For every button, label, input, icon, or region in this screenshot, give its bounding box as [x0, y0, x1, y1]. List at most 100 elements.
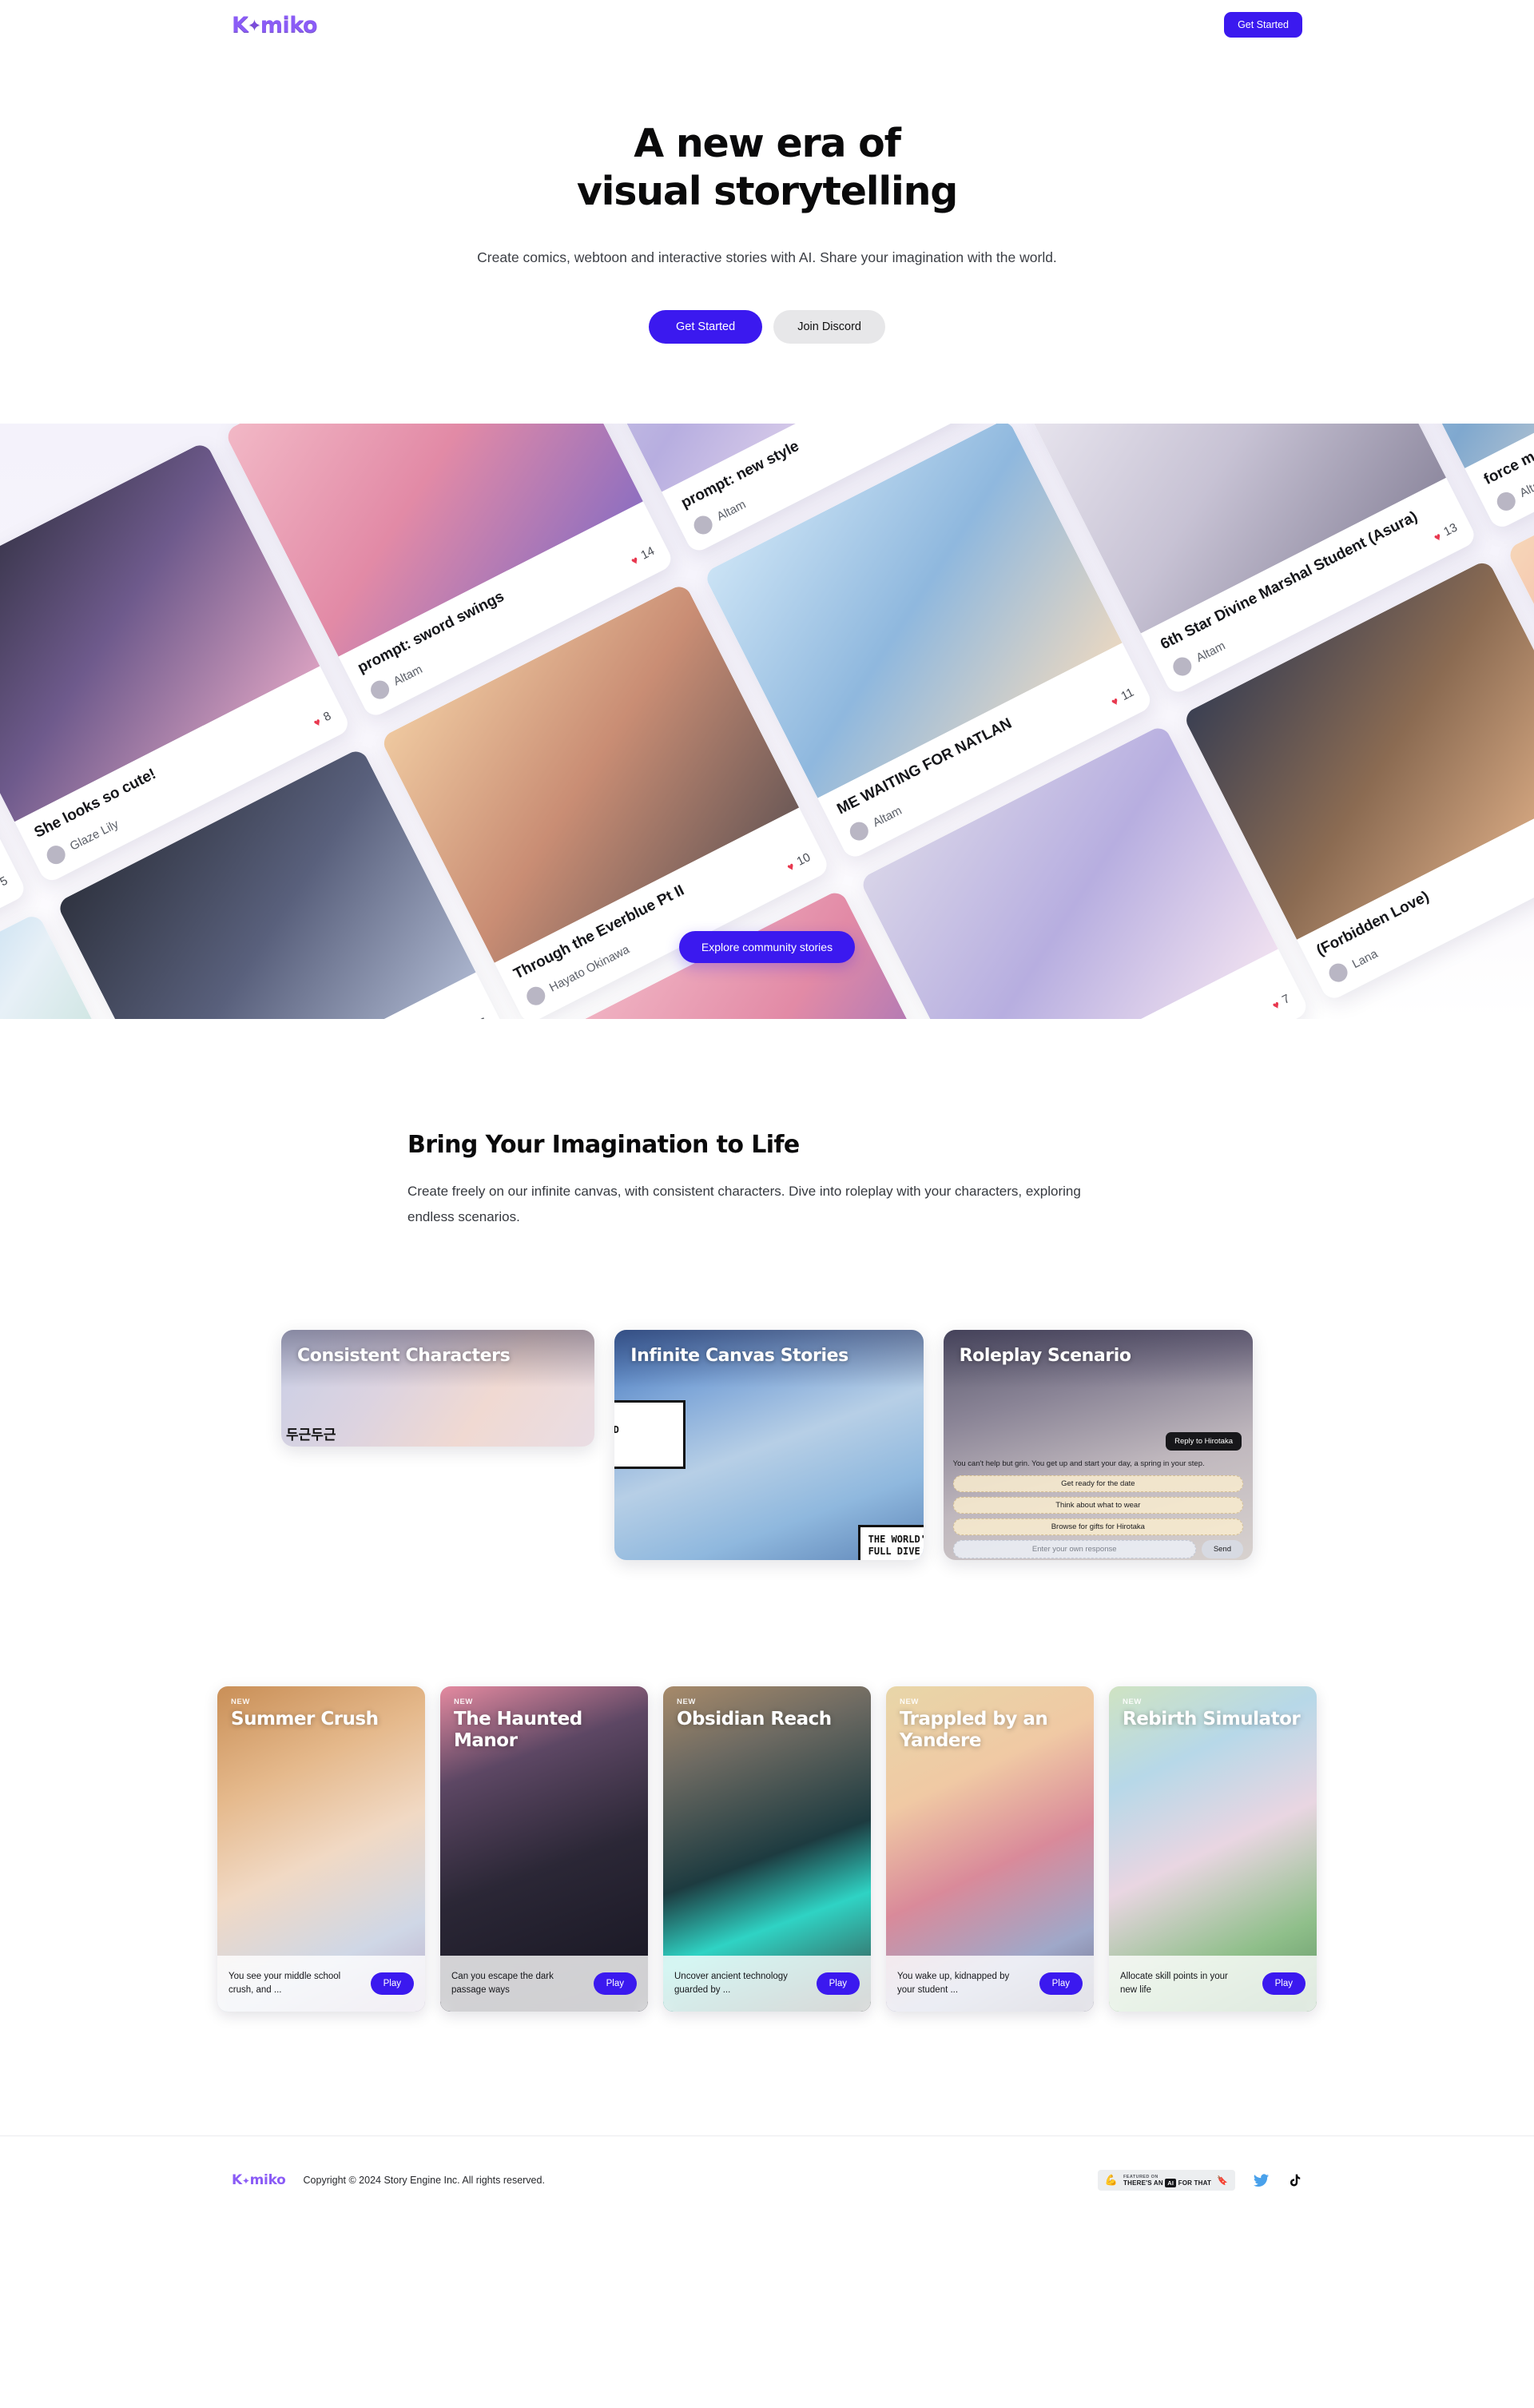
brand-logo-text-a: K	[232, 12, 248, 38]
sparkle-star-icon: ✦	[241, 2175, 250, 2187]
sparkle-star-icon: ✦	[248, 16, 260, 34]
story-card[interactable]: NEW The Haunted Manor Can you escape the d…	[440, 1686, 648, 2012]
gallery-card-author-name: Altam	[1194, 639, 1228, 666]
play-button[interactable]: Play	[593, 1972, 637, 1995]
taaft-text-b: FOR THAT	[1178, 2179, 1212, 2187]
status-badge: NEW	[454, 1697, 473, 1706]
gallery-card-like-count[interactable]: ♥ 10	[785, 850, 813, 874]
feature-title-consistent-characters: Consistent Characters	[297, 1345, 511, 1366]
heart-icon: ♥	[1431, 529, 1444, 544]
story-cards-row: NEW Summer Crush You see your middle schoo…	[217, 1686, 1317, 2012]
story-card-title: The Haunted Manor	[454, 1708, 582, 1752]
story-card-title: Trappled by an Yandere	[900, 1708, 1048, 1752]
explore-wrap: Explore community stories	[0, 931, 1534, 964]
play-button[interactable]: Play	[1039, 1972, 1083, 1995]
gallery-card-like-count[interactable]: ♥7	[1270, 991, 1293, 1012]
story-card[interactable]: NEW Trappled by an Yandere You wake up, ki…	[886, 1686, 1094, 2012]
status-badge: NEW	[900, 1697, 919, 1706]
gallery-card-like-count[interactable]: ♥ 11	[1109, 686, 1136, 709]
play-button[interactable]: Play	[1262, 1972, 1305, 1995]
status-badge: NEW	[677, 1697, 696, 1706]
avatar	[43, 842, 69, 867]
gallery-card-like-count[interactable]: ♥7	[467, 1015, 489, 1019]
header-get-started-button[interactable]: Get Started	[1224, 12, 1302, 38]
feature-cards: Consistent Characters 두근두근 Infinite Canv…	[281, 1329, 1253, 1560]
join-discord-button[interactable]: Join Discord	[773, 310, 885, 344]
story-card-title: Rebirth Simulator	[1123, 1708, 1301, 1729]
tiktok-icon[interactable]	[1287, 2173, 1302, 2188]
feature-card-infinite-canvas[interactable]: Infinite Canvas Stories H SWORD NLINE TH…	[614, 1329, 924, 1560]
story-card-description: Uncover ancient technology guarded by ..…	[674, 1971, 788, 1995]
brand-logo[interactable]: K ✦ miko	[232, 12, 318, 38]
manga-sfx-text: 두근두근	[286, 1427, 336, 1443]
roleplay-option[interactable]: Get ready for the date	[952, 1475, 1243, 1492]
feature-title-infinite-canvas: Infinite Canvas Stories	[630, 1345, 848, 1366]
community-gallery: Messing aroundAltam♥5She looks so cute!G…	[0, 424, 1534, 1020]
taaft-text-a: THERE'S AN	[1123, 2179, 1163, 2187]
story-card[interactable]: NEW Summer Crush You see your middle schoo…	[217, 1686, 425, 2012]
story-card-footer: You see your middle school crush, and ..…	[217, 1955, 425, 2012]
story-card[interactable]: NEW Rebirth Simulator Allocate skill point…	[1109, 1686, 1317, 2012]
bubble-line-1: H SWORD	[614, 1423, 619, 1435]
like-count-value: 13	[1441, 520, 1460, 539]
avatar	[1325, 960, 1351, 985]
twitter-icon[interactable]	[1253, 2172, 1270, 2189]
site-footer: K✦miko Copyright © 2024 Story Engine Inc…	[0, 2135, 1534, 2225]
reply-to-chip[interactable]: Reply to Hirotaka	[1166, 1431, 1242, 1451]
play-button[interactable]: Play	[370, 1972, 414, 1995]
story-card[interactable]: NEW Obsidian Reach Uncover ancient technol…	[663, 1686, 871, 2012]
story-card-footer: Uncover ancient technology guarded by ..…	[663, 1955, 871, 2012]
featured-on-taaft-badge[interactable]: 💪 FEATURED ON THERE'S AN AI FOR THAT 🔖	[1097, 2170, 1235, 2191]
avatar	[1170, 654, 1195, 679]
footer-left: K✦miko Copyright © 2024 Story Engine Inc…	[232, 2172, 545, 2188]
status-badge: NEW	[1123, 1697, 1142, 1706]
explore-community-stories-button[interactable]: Explore community stories	[678, 931, 856, 964]
story-card-description: Allocate skill points in your new life	[1120, 1971, 1228, 1995]
like-count-value: 7	[1280, 991, 1293, 1007]
hero-title-line-1: A new era of	[634, 121, 901, 166]
hero-section: A new era of visual storytelling Create …	[0, 50, 1534, 344]
roleplay-input-row: Enter your own response Send	[952, 1539, 1243, 1558]
comic-panel-bubble-top: H SWORD NLINE	[614, 1399, 686, 1469]
gallery-card-author-name: Altam	[391, 662, 425, 689]
gallery-card-author-name: Altam	[870, 803, 904, 830]
gallery-card-like-count[interactable]: ♥ 13	[1432, 520, 1460, 543]
imagination-body: Create freely on our infinite canvas, wi…	[407, 1184, 1081, 1224]
bookmark-icon: 🔖	[1217, 2175, 1228, 2186]
hero-get-started-button[interactable]: Get Started	[649, 310, 763, 344]
roleplay-send-button[interactable]: Send	[1201, 1539, 1243, 1558]
story-card-footer: Allocate skill points in your new life Pl…	[1109, 1955, 1317, 2012]
hero-title-line-2: visual storytelling	[576, 168, 958, 214]
feature-card-roleplay-scenario[interactable]: Roleplay Scenario Reply to Hirotaka You …	[943, 1329, 1253, 1560]
roleplay-options: Get ready for the date Think about what …	[952, 1475, 1243, 1558]
hero-subtitle: Create comics, webtoon and interactive s…	[477, 249, 1057, 265]
heart-icon: ♥	[1108, 693, 1121, 708]
footer-right: 💪 FEATURED ON THERE'S AN AI FOR THAT 🔖	[1097, 2170, 1302, 2191]
story-card-footer: Can you escape the dark passage ways Play	[440, 1955, 648, 2012]
heart-icon: ♥	[311, 714, 324, 730]
comic-panel-bubble-bottom: THE WORLD'S FULL DIVE	[857, 1524, 924, 1560]
avatar	[523, 983, 548, 1009]
bubble-line-1: THE WORLD'S	[868, 1533, 924, 1545]
roleplay-response-input[interactable]: Enter your own response	[952, 1539, 1196, 1558]
like-count-value: 14	[638, 543, 658, 563]
play-button[interactable]: Play	[816, 1972, 860, 1995]
hero-actions: Get Started Join Discord	[0, 310, 1534, 344]
story-card-description: Can you escape the dark passage ways	[451, 1971, 554, 1995]
like-count-value: 7	[477, 1015, 489, 1019]
page-title: A new era of visual storytelling	[0, 120, 1534, 216]
story-card-title: Obsidian Reach	[677, 1708, 832, 1729]
gallery-card-like-count[interactable]: ♥ 14	[629, 544, 657, 567]
story-card-description: You wake up, kidnapped by your student .…	[897, 1971, 1010, 1995]
site-header: K ✦ miko Get Started	[0, 0, 1534, 50]
gallery-card-like-count[interactable]: ♥5	[0, 874, 10, 894]
taaft-ai-chip: AI	[1165, 2178, 1177, 2187]
avatar	[690, 512, 716, 538]
footer-brand-logo[interactable]: K✦miko	[232, 2172, 286, 2188]
gallery-grid: Messing aroundAltam♥5She looks so cute!G…	[0, 424, 1534, 1020]
roleplay-option[interactable]: Browse for gifts for Hirotaka	[952, 1518, 1243, 1535]
gallery-card-like-count[interactable]: ♥ 8	[311, 709, 334, 730]
feature-card-consistent-characters[interactable]: Consistent Characters 두근두근	[281, 1329, 595, 1447]
roleplay-option[interactable]: Think about what to wear	[952, 1496, 1243, 1514]
story-card-description: You see your middle school crush, and ..…	[229, 1971, 341, 1995]
